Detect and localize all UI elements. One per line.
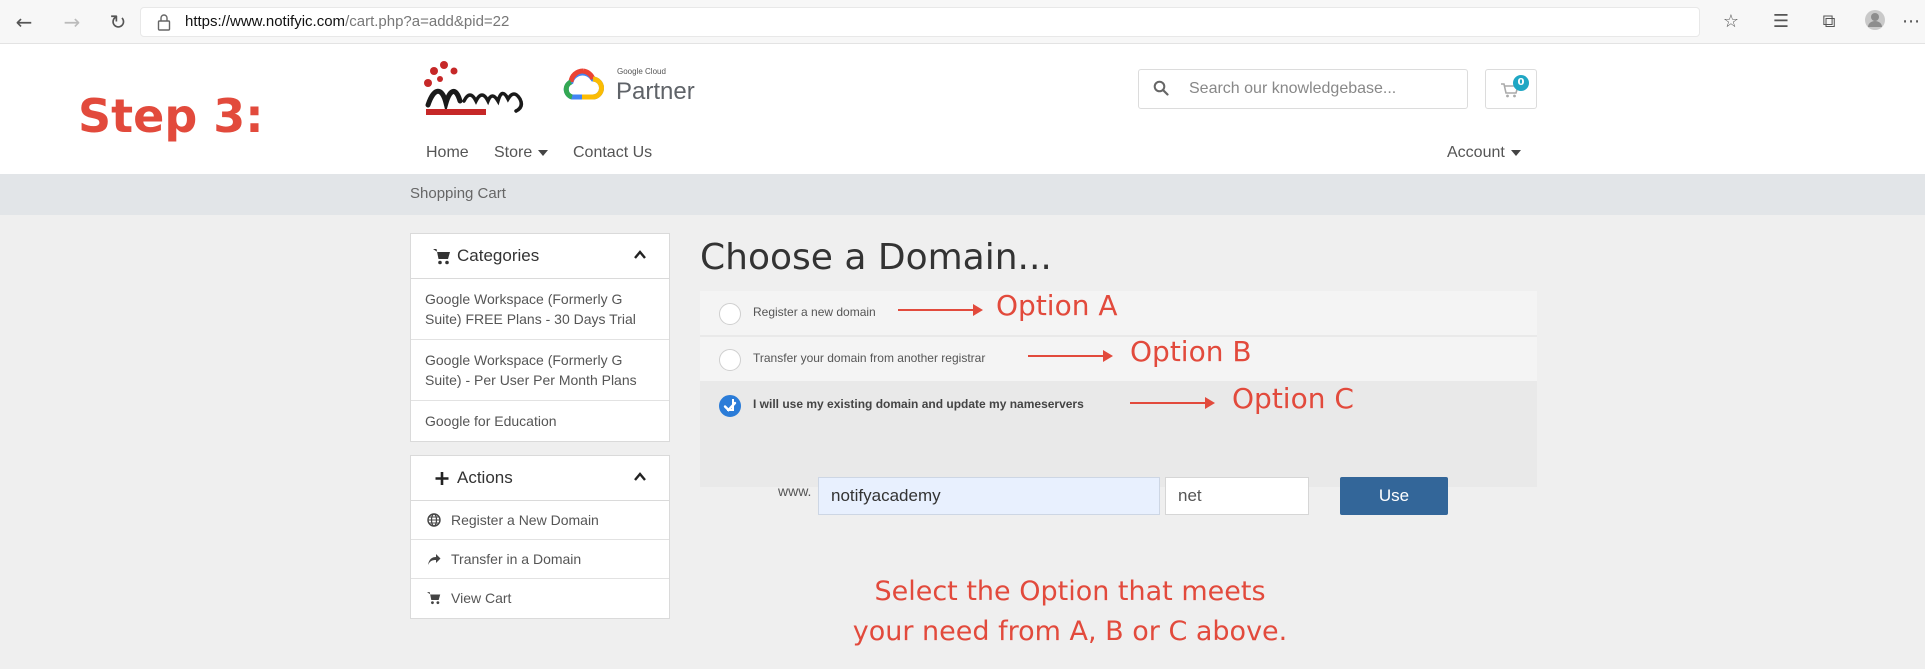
annotation-arrow [1130,397,1215,409]
profile-avatar-icon[interactable] [1862,9,1888,35]
search-icon [1153,80,1169,96]
existing-radio[interactable] [719,395,741,417]
favorite-star-icon[interactable]: ☆ [1718,9,1744,35]
action-label: Transfer in a Domain [451,551,582,567]
option-a-annotation: Option A [996,289,1118,322]
action-transfer-domain[interactable]: Transfer in a Domain [411,540,669,579]
back-arrow-icon[interactable]: ← [10,8,38,36]
breadcrumb: Shopping Cart [0,174,1925,215]
use-button[interactable]: Use [1340,477,1448,515]
browser-toolbar: ← → ↻ https://www.notifyic.com/cart.php?… [0,0,1925,44]
google-cloud-label: Google Cloud [617,67,666,76]
share-arrow-icon [428,554,441,565]
action-register-domain[interactable]: Register a New Domain [411,501,669,540]
transfer-radio[interactable] [719,349,741,371]
nav-contact[interactable]: Contact Us [573,144,652,162]
site-header: Step 3: Google Cloud Partner Search our … [0,45,1925,174]
action-view-cart[interactable]: View Cart [411,579,669,618]
forward-arrow-icon[interactable]: → [58,8,86,36]
step-annotation: Step 3: [78,89,264,143]
page: Step 3: Google Cloud Partner Search our … [0,45,1925,669]
notify-logo[interactable] [420,57,540,117]
google-cloud-icon [563,68,604,100]
option-c-annotation: Option C [1232,382,1354,415]
actions-header[interactable]: Actions [411,456,669,501]
register-radio[interactable] [719,303,741,325]
partner-label: Partner [616,78,695,105]
cart-count-badge: 0 [1513,75,1529,91]
annotation-arrow [1028,350,1113,362]
tld-input[interactable]: net [1165,477,1309,515]
nav-store-label: Store [494,144,533,161]
cart-button[interactable]: 0 [1485,69,1537,109]
url-text: https://www.notifyic.com/cart.php?a=add&… [185,13,509,30]
cart-icon [427,592,441,605]
nav-account[interactable]: Account [1447,144,1521,162]
option-label: I will use my existing domain and update… [753,397,1084,411]
cart-icon [433,249,450,265]
action-label: Register a New Domain [451,512,599,528]
annotation-arrow [898,304,983,316]
caret-down-icon [1510,149,1521,156]
chevron-up-icon[interactable] [633,470,647,484]
checkmark-icon [723,401,737,412]
option-transfer-row[interactable]: Transfer your domain from another regist… [700,337,1537,381]
favorites-list-icon[interactable]: ☰ [1768,9,1794,35]
category-item[interactable]: Google Workspace (Formerly G Suite) - Pe… [411,340,669,401]
knowledgebase-search-input[interactable]: Search our knowledgebase... [1138,69,1468,109]
url-path: /cart.php?a=add&pid=22 [345,13,510,30]
category-item[interactable]: Google for Education [411,401,669,441]
address-bar[interactable]: https://www.notifyic.com/cart.php?a=add&… [140,7,1700,37]
search-placeholder: Search our knowledgebase... [1189,80,1397,97]
option-register-row[interactable]: Register a new domain [700,291,1537,335]
categories-title: Categories [457,246,540,265]
nav-home[interactable]: Home [426,144,469,162]
option-label: Transfer your domain from another regist… [753,351,986,365]
url-domain: https://www.notifyic.com [185,13,346,30]
option-label: Register a new domain [753,305,876,319]
caret-down-icon [538,149,549,156]
actions-panel: Actions Register a New Domain Transfer i… [410,455,670,619]
breadcrumb-item[interactable]: Shopping Cart [410,185,506,202]
instruction-annotation: Select the Option that meets your need f… [852,576,1288,647]
page-title: Choose a Domain... [700,237,1052,278]
option-b-annotation: Option B [1130,335,1252,368]
lock-icon [157,14,171,31]
refresh-icon[interactable]: ↻ [104,8,132,36]
actions-title: Actions [457,468,513,487]
collections-icon[interactable]: ⧉ [1816,9,1842,35]
globe-icon [427,513,441,527]
category-item[interactable]: Google Workspace (Formerly G Suite) FREE… [411,279,669,340]
more-menu-icon[interactable]: ⋯ [1900,9,1922,35]
categories-header[interactable]: Categories [411,234,669,279]
domain-name-input[interactable]: notifyacademy [818,477,1160,515]
option-existing-row[interactable]: I will use my existing domain and update… [700,383,1537,427]
chevron-up-icon[interactable] [633,248,647,262]
nav-store[interactable]: Store [494,144,549,162]
action-label: View Cart [451,590,512,606]
plus-icon [435,472,449,485]
domain-options: Register a new domain Transfer your doma… [700,291,1537,487]
nav-account-label: Account [1447,144,1505,161]
www-prefix: www. [778,483,812,499]
categories-panel: Categories Google Workspace (Formerly G … [410,233,670,442]
